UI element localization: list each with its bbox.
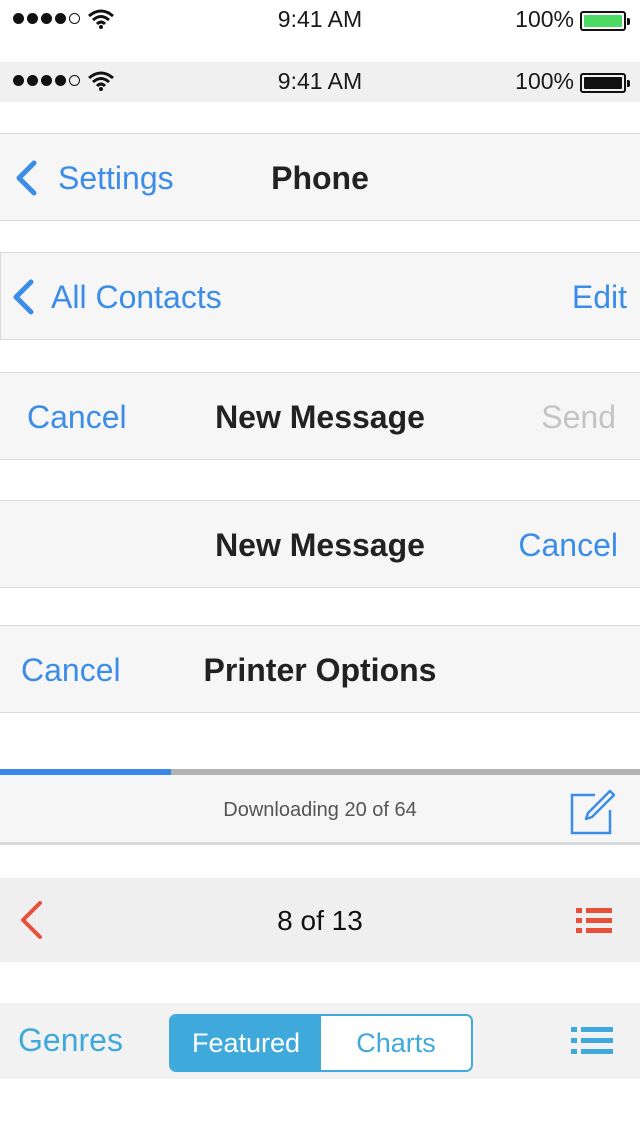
nav-bar-phone: Settings Phone [0, 133, 640, 221]
battery-icon [580, 73, 630, 93]
page-indicator: 8 of 13 [0, 905, 640, 937]
status-bar-gray: 9:41 AM 100% [0, 62, 640, 102]
total-pages: 13 [331, 905, 363, 936]
list-icon[interactable] [571, 1027, 613, 1055]
compose-icon[interactable] [570, 789, 616, 835]
back-button-label: All Contacts [51, 278, 222, 315]
send-button[interactable]: Send [541, 373, 616, 461]
page-separator: of [292, 905, 332, 936]
nav-bar-new-message-alt: New Message Cancel [0, 500, 640, 588]
pager-bar: 8 of 13 [0, 878, 640, 962]
segmented-control: Featured Charts [169, 1014, 473, 1072]
segment-charts[interactable]: Charts [321, 1016, 471, 1070]
cancel-button[interactable]: Cancel [518, 501, 618, 589]
nav-bar-contacts: All Contacts Edit [0, 252, 640, 340]
nav-title: Phone [271, 160, 369, 196]
battery-percent: 100% [515, 68, 574, 94]
nav-title: Printer Options [203, 652, 437, 688]
edit-button[interactable]: Edit [572, 253, 627, 341]
back-button-all-contacts[interactable]: All Contacts [11, 253, 222, 341]
battery-icon [580, 11, 630, 31]
nav-bar-new-message: Cancel New Message Send [0, 372, 640, 460]
status-bar: 9:41 AM 100% [0, 0, 640, 40]
current-page: 8 [277, 905, 293, 936]
segment-featured[interactable]: Featured [171, 1016, 321, 1070]
download-status: Downloading 20 of 64 [223, 799, 417, 821]
list-icon[interactable] [576, 908, 612, 934]
chevron-left-icon [13, 279, 34, 315]
battery-percent: 100% [515, 6, 574, 32]
genres-button[interactable]: Genres [18, 1022, 123, 1059]
download-toolbar: Downloading 20 of 64 [0, 775, 640, 845]
nav-bar-printer-options: Cancel Printer Options [0, 625, 640, 713]
